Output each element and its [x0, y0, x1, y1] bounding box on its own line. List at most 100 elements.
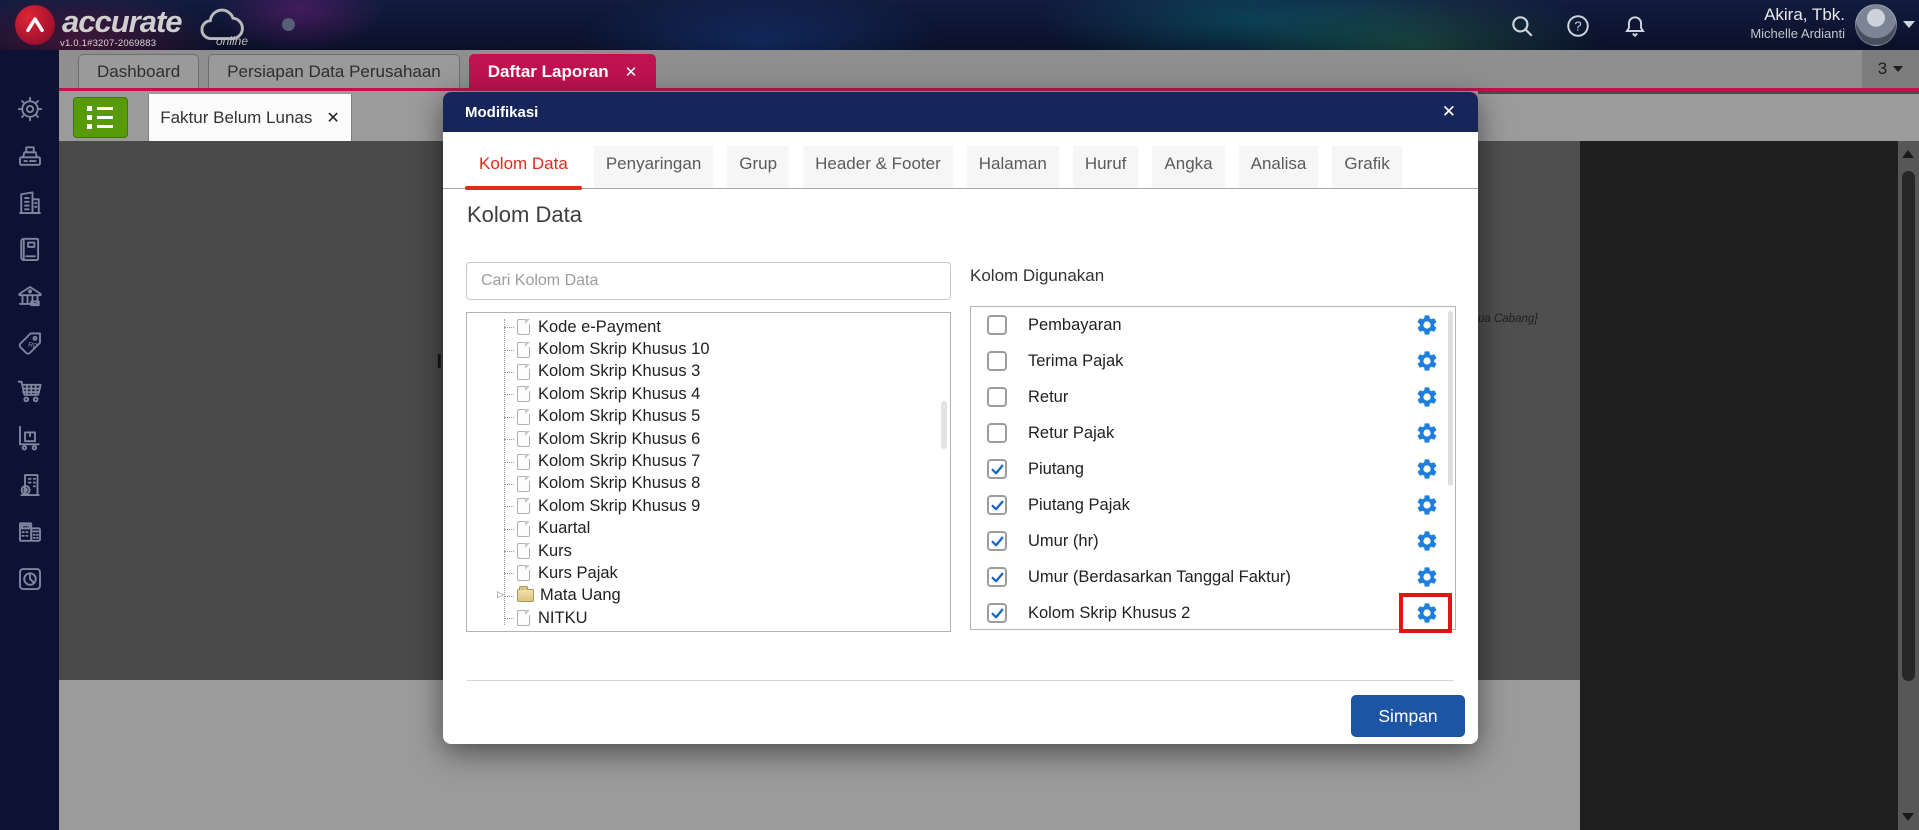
report-page-edge: ua Cabang] — [1478, 141, 1580, 680]
accurate-logo-icon[interactable] — [15, 5, 55, 45]
used-column-row: Retur Pajak — [971, 415, 1455, 451]
column-settings-gear-icon[interactable] — [1415, 457, 1439, 481]
main-tab-bar: Dashboard Persiapan Data Perusahaan Daftar… — [59, 50, 1919, 91]
report-sidebar-panel: I — [59, 141, 443, 680]
tree-item[interactable]: Kolom Skrip Khusus 8 — [467, 473, 950, 495]
checkbox-unchecked[interactable] — [987, 387, 1007, 407]
close-icon[interactable]: ✕ — [625, 63, 638, 81]
page-scrollbar[interactable] — [1898, 141, 1919, 830]
checkbox-checked[interactable] — [987, 495, 1007, 515]
chevron-down-icon[interactable] — [1903, 21, 1915, 28]
report-list-button[interactable] — [73, 97, 128, 138]
settings-gear-icon[interactable] — [15, 94, 45, 124]
file-icon — [517, 453, 530, 470]
bank-icon[interactable] — [15, 282, 45, 312]
column-settings-gear-icon[interactable] — [1415, 385, 1439, 409]
checkbox-checked[interactable] — [987, 603, 1007, 623]
cash-register-icon[interactable] — [15, 141, 45, 171]
app-root: accurate online v1.0.1#3207-2069883 ? Ak… — [0, 0, 1919, 830]
tree-item[interactable]: Kolom Skrip Khusus 9 — [467, 495, 950, 517]
column-settings-gear-icon[interactable] — [1415, 529, 1439, 553]
checkbox-unchecked[interactable] — [987, 423, 1007, 443]
journal-book-icon[interactable] — [15, 235, 45, 265]
tree-item[interactable]: Kurs — [467, 540, 950, 562]
shopping-cart-icon[interactable] — [15, 376, 45, 406]
dialog-tab-huruf[interactable]: Huruf — [1072, 146, 1139, 188]
gear-wrap — [1399, 593, 1452, 633]
tree-item[interactable]: Kuartal — [467, 518, 950, 540]
tree-item[interactable]: Kolom Skrip Khusus 7 — [467, 450, 950, 472]
gear-wrap — [1415, 529, 1439, 553]
tree-item-label: Kolom Skrip Khusus 8 — [538, 474, 701, 493]
avatar[interactable] — [1855, 4, 1897, 46]
tab-daftar-laporan[interactable]: Daftar Laporan ✕ — [468, 54, 657, 88]
scroll-up-icon[interactable] — [1902, 150, 1914, 158]
dialog-tab-header-footer[interactable]: Header & Footer — [803, 146, 953, 188]
tab-persiapan-data-perusahaan[interactable]: Persiapan Data Perusahaan — [208, 54, 460, 88]
used-scrollbar-thumb[interactable] — [1448, 311, 1453, 486]
user-name: Michelle Ardianti — [1750, 26, 1845, 41]
dialog-tab-analisa[interactable]: Analisa — [1238, 146, 1319, 188]
tree-item[interactable]: Kurs Pajak — [467, 562, 950, 584]
scrollbar-thumb[interactable] — [1902, 171, 1915, 681]
tree-item[interactable]: Kolom Skrip Khusus 10 — [467, 338, 950, 360]
tab-faktur-belum-lunas[interactable]: Faktur Belum Lunas ✕ — [148, 94, 352, 141]
used-column-label: Retur — [1028, 387, 1069, 406]
list-icon — [87, 106, 127, 111]
tax-calculator-icon[interactable]: TAX — [15, 517, 45, 547]
available-columns-tree: Kode e-Payment Kolom Skrip Khusus 10 Kolom… — [466, 312, 951, 632]
column-settings-gear-icon[interactable] — [1415, 565, 1439, 589]
search-icon[interactable] — [1509, 13, 1535, 39]
hidden-tabs-number: 3 — [1877, 59, 1888, 78]
tree-item[interactable]: Kode e-Payment — [467, 316, 950, 338]
help-icon[interactable]: ? — [1565, 13, 1591, 39]
tree-item-label: Kuartal — [538, 519, 591, 538]
tree-item[interactable]: ▷ Mata Uang — [467, 585, 950, 607]
save-button[interactable]: Simpan — [1351, 695, 1465, 737]
tree-item-label: Kolom Skrip Khusus 9 — [538, 496, 701, 515]
file-icon — [517, 610, 530, 627]
file-icon — [517, 363, 530, 380]
checkbox-unchecked[interactable] — [987, 351, 1007, 371]
report-pie-chart-icon[interactable] — [15, 564, 45, 594]
delivery-trolley-icon[interactable] — [15, 423, 45, 453]
tab-dashboard[interactable]: Dashboard — [78, 54, 200, 88]
price-tag-rp-icon[interactable]: Rp — [15, 329, 45, 359]
notification-bell-icon[interactable] — [1622, 13, 1648, 39]
file-icon — [517, 498, 530, 515]
used-column-row: Terima Pajak — [971, 343, 1455, 379]
tree-item[interactable]: Kolom Skrip Khusus 5 — [467, 406, 950, 428]
tree-item[interactable]: NITKU — [467, 607, 950, 629]
dialog-tab-grafik[interactable]: Grafik — [1332, 146, 1402, 188]
tree-item[interactable]: Kolom Skrip Khusus 4 — [467, 383, 950, 405]
column-settings-gear-icon[interactable] — [1415, 493, 1439, 517]
column-settings-gear-icon[interactable] — [1415, 421, 1439, 445]
checkbox-checked[interactable] — [987, 459, 1007, 479]
checkbox-checked[interactable] — [987, 567, 1007, 587]
company-building-icon[interactable] — [15, 188, 45, 218]
used-column-label: Pembayaran — [1028, 315, 1122, 334]
dialog-tab-halaman[interactable]: Halaman — [966, 146, 1059, 188]
tree-item[interactable]: Kolom Skrip Khusus 3 — [467, 361, 950, 383]
user-block[interactable]: Akira, Tbk. Michelle Ardianti — [1750, 4, 1845, 42]
tree-item[interactable]: Kolom Skrip Khusus 6 — [467, 428, 950, 450]
dialog-tab-angka[interactable]: Angka — [1152, 146, 1225, 188]
tree-item-label: Kolom Skrip Khusus 5 — [538, 407, 701, 426]
expand-caret-icon[interactable]: ▷ — [497, 589, 504, 600]
dialog-tab-grup[interactable]: Grup — [727, 146, 790, 188]
dialog-tab-kolom-data[interactable]: Kolom Data — [465, 146, 582, 190]
gear-wrap — [1415, 385, 1439, 409]
used-column-label: Retur Pajak — [1028, 423, 1115, 442]
close-icon[interactable]: ✕ — [326, 108, 339, 128]
scroll-down-icon[interactable] — [1902, 813, 1914, 821]
checkbox-unchecked[interactable] — [987, 315, 1007, 335]
hidden-tabs-count[interactable]: 3 — [1862, 50, 1919, 88]
dialog-tab-penyaringan[interactable]: Penyaringan — [593, 146, 714, 188]
column-settings-gear-icon[interactable] — [1415, 349, 1439, 373]
search-input[interactable] — [466, 262, 951, 300]
column-settings-gear-icon[interactable] — [1415, 313, 1439, 337]
modifikasi-dialog: Modifikasi ✕ Kolom Data Penyaringan Grup He… — [443, 92, 1478, 744]
close-icon[interactable]: ✕ — [1442, 102, 1456, 122]
office-building-gear-icon[interactable] — [15, 470, 45, 500]
checkbox-checked[interactable] — [987, 531, 1007, 551]
